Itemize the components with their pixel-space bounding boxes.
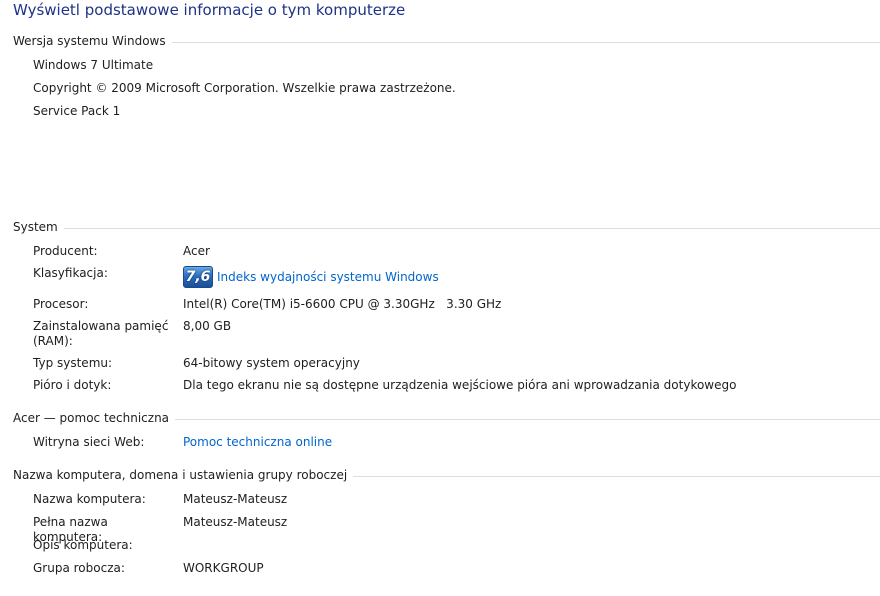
section-divider: [175, 418, 880, 420]
manufacturer-label: Producent:: [33, 244, 98, 258]
website-label: Witryna sieci Web:: [33, 435, 145, 449]
ram-value: 8,00 GB: [183, 319, 232, 333]
section-divider: [353, 475, 880, 477]
ram-label: Zainstalowana pamięć (RAM):: [33, 319, 169, 348]
performance-index-link[interactable]: Indeks wydajności systemu Windows: [217, 270, 439, 284]
section-computer-name-label: Nazwa komputera, domena i ustawienia gru…: [13, 468, 348, 482]
section-windows-edition-label: Wersja systemu Windows: [13, 34, 166, 48]
performance-score: 7,6: [185, 269, 211, 285]
pen-touch-value: Dla tego ekranu nie są dostępne urządzen…: [183, 378, 737, 392]
page-title: Wyświetl podstawowe informacje o tym kom…: [13, 1, 406, 19]
section-support: Acer — pomoc techniczna: [13, 410, 880, 426]
windows-edition: Windows 7 Ultimate: [33, 58, 154, 72]
pen-touch-label: Pióro i dotyk:: [33, 378, 112, 392]
computer-name-label: Nazwa komputera:: [33, 492, 146, 506]
section-divider: [63, 227, 880, 229]
section-windows-edition: Wersja systemu Windows: [13, 33, 880, 49]
windows-copyright: Copyright © 2009 Microsoft Corporation. …: [33, 81, 456, 95]
system-type-label: Typ systemu:: [33, 356, 113, 370]
section-system-label: System: [13, 220, 58, 234]
section-computer-name: Nazwa komputera, domena i ustawienia gru…: [13, 467, 880, 483]
workgroup-value: WORKGROUP: [183, 561, 264, 575]
rating-label: Klasyfikacja:: [33, 266, 108, 280]
section-system: System: [13, 219, 880, 235]
performance-rating: 7,6 Indeks wydajności systemu Windows: [183, 266, 439, 288]
manufacturer-value: Acer: [183, 244, 210, 258]
section-divider: [171, 41, 880, 43]
system-type-value: 64-bitowy system operacyjny: [183, 356, 360, 370]
processor-value: Intel(R) Core(TM) i5-6600 CPU @ 3.30GHz …: [183, 297, 502, 311]
service-pack: Service Pack 1: [33, 104, 121, 118]
section-support-label: Acer — pomoc techniczna: [13, 411, 170, 425]
online-support-link[interactable]: Pomoc techniczna online: [183, 435, 332, 449]
full-computer-name-value: Mateusz-Mateusz: [183, 515, 288, 529]
computer-description-label: Opis komputera:: [33, 538, 133, 552]
computer-name-value: Mateusz-Mateusz: [183, 492, 288, 506]
workgroup-label: Grupa robocza:: [33, 561, 125, 575]
processor-label: Procesor:: [33, 297, 89, 311]
performance-score-badge-icon[interactable]: 7,6: [183, 266, 213, 288]
system-properties-page: Wyświetl podstawowe informacje o tym kom…: [0, 0, 880, 596]
